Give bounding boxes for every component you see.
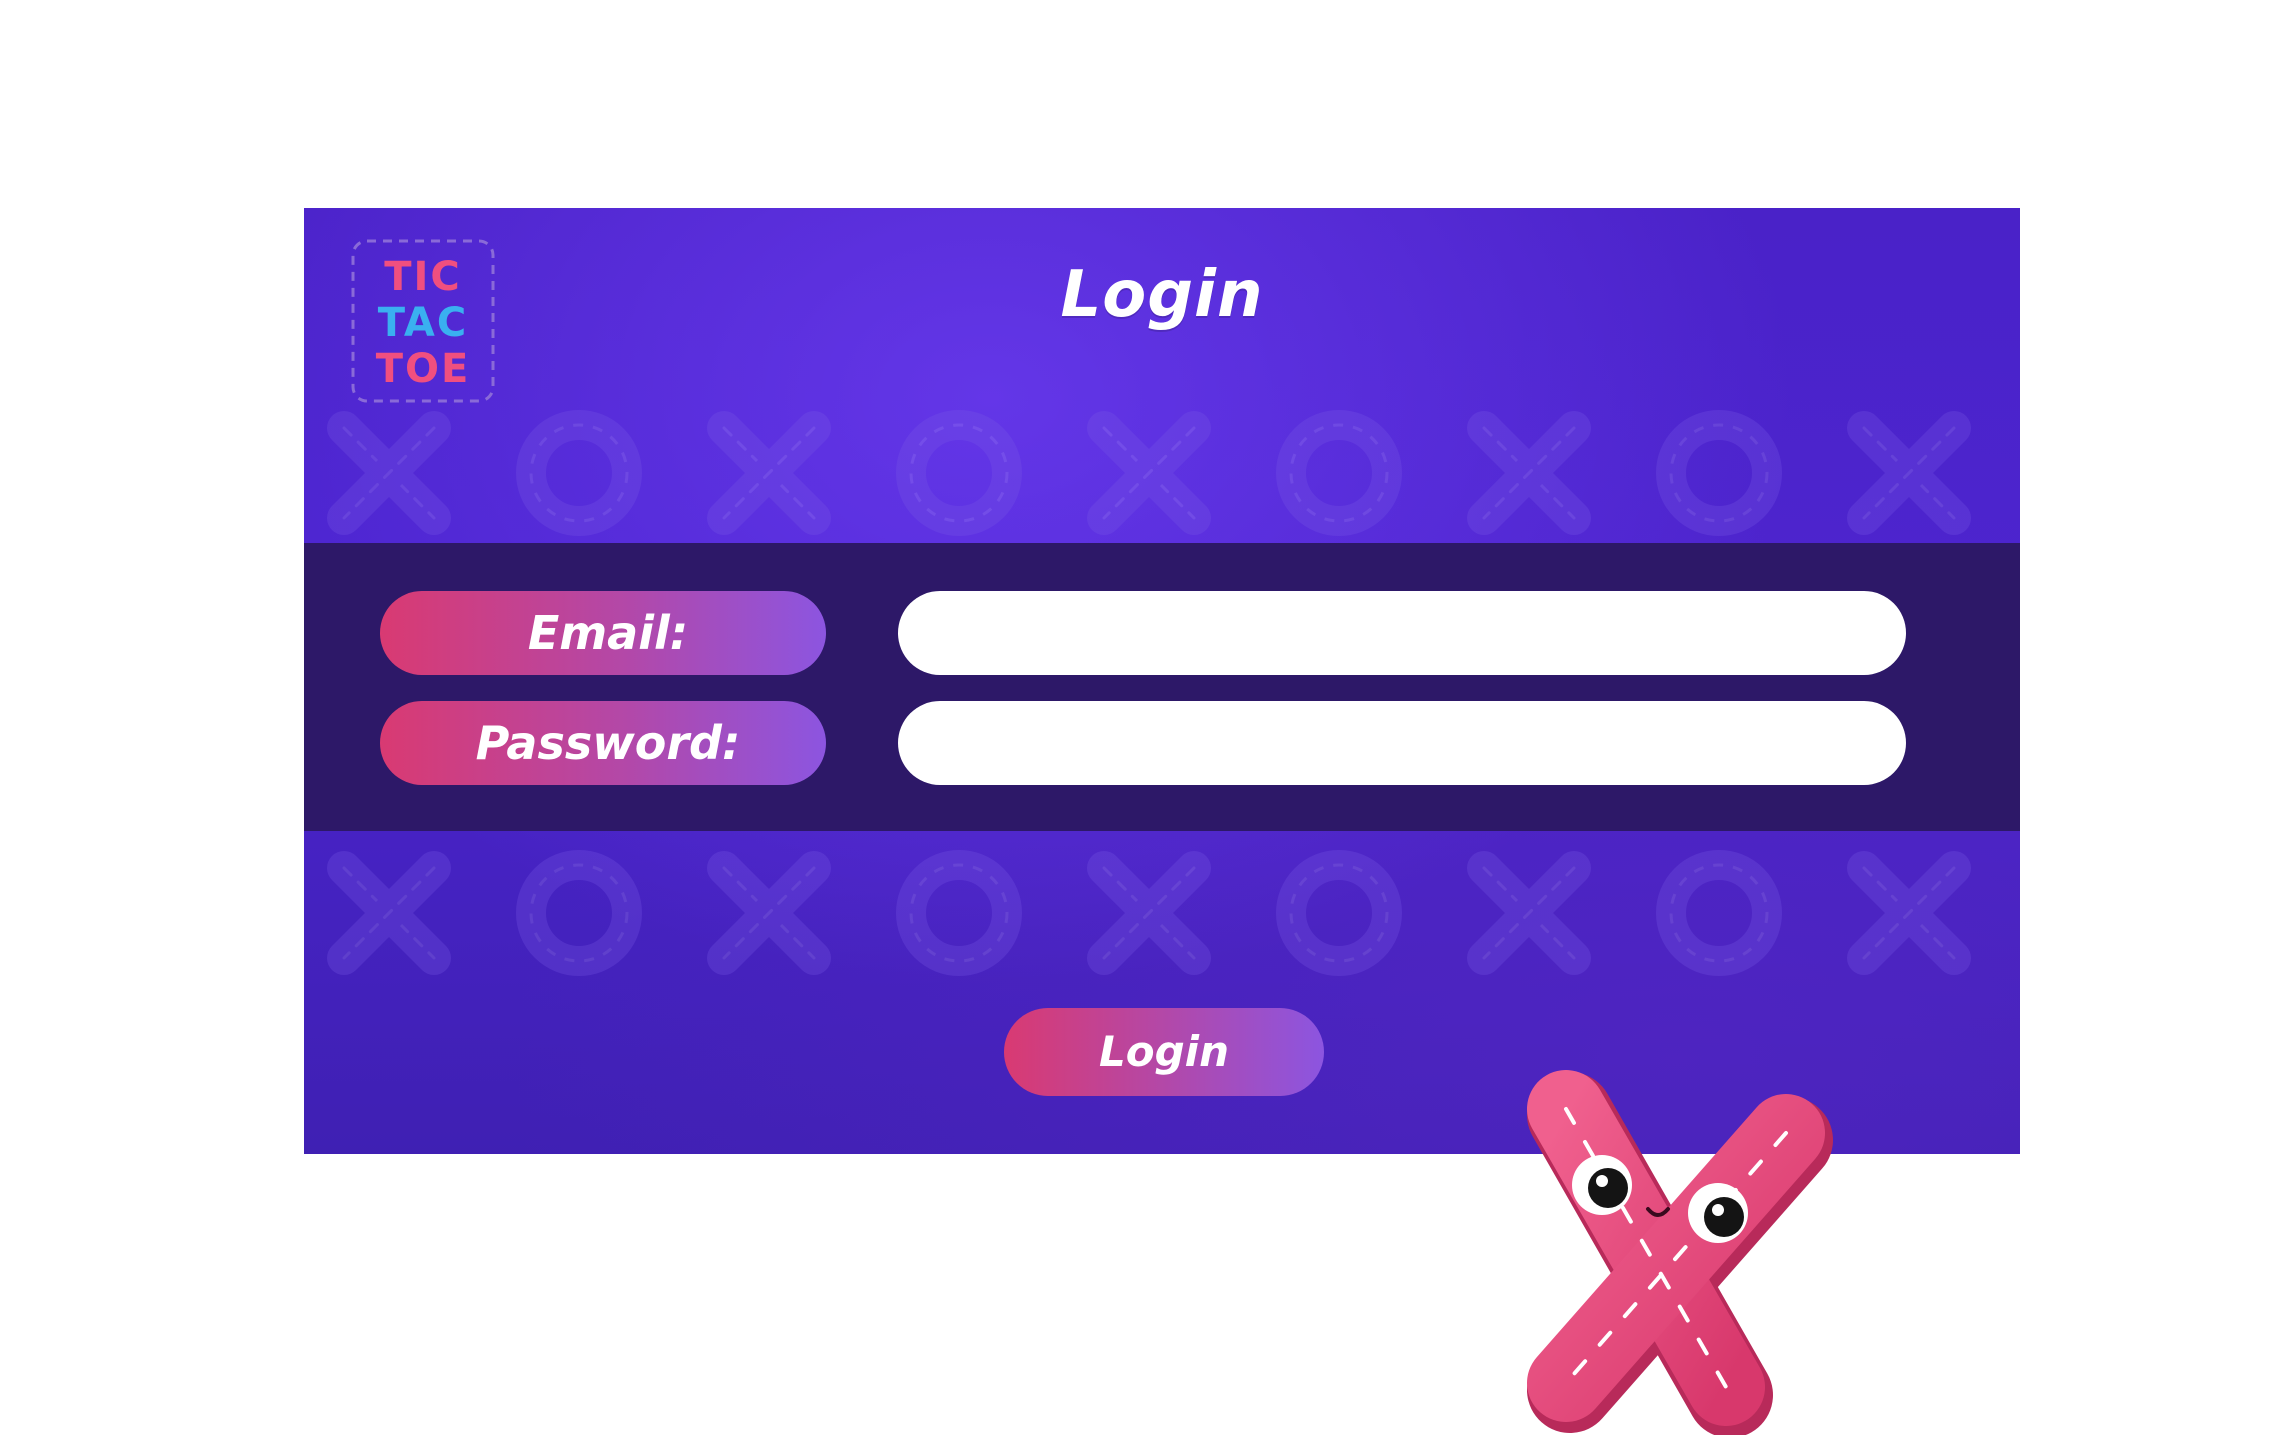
xo-pattern-bottom (304, 838, 2020, 988)
login-button[interactable]: Login (1004, 1008, 1324, 1096)
o-pattern-icon (896, 850, 1022, 976)
password-field[interactable] (898, 701, 1906, 785)
login-screen: TIC TAC TOE Login Email: Password: Login (0, 0, 2290, 1450)
logo-line-3: TOE (376, 346, 471, 392)
page-title: Login (1060, 258, 1264, 332)
x-pattern-icon (327, 851, 451, 975)
x-pattern-icon (1087, 851, 1211, 975)
o-pattern-icon (516, 850, 642, 976)
email-field[interactable] (898, 591, 1906, 675)
o-pattern-icon (1276, 850, 1402, 976)
x-pattern-icon (1847, 851, 1971, 975)
x-mascot-icon (1490, 1065, 1840, 1438)
password-label: Password: (380, 701, 826, 785)
header: TIC TAC TOE Login (304, 208, 2020, 543)
login-form: Email: Password: (304, 543, 2020, 831)
svg-text:TOE: TOE (376, 346, 471, 392)
x-pattern-icon (1467, 851, 1591, 975)
x-pattern-icon (707, 851, 831, 975)
o-pattern-icon (1656, 850, 1782, 976)
email-label: Email: (380, 591, 826, 675)
login-card: TIC TAC TOE Login Email: Password: Login (304, 208, 2020, 1154)
